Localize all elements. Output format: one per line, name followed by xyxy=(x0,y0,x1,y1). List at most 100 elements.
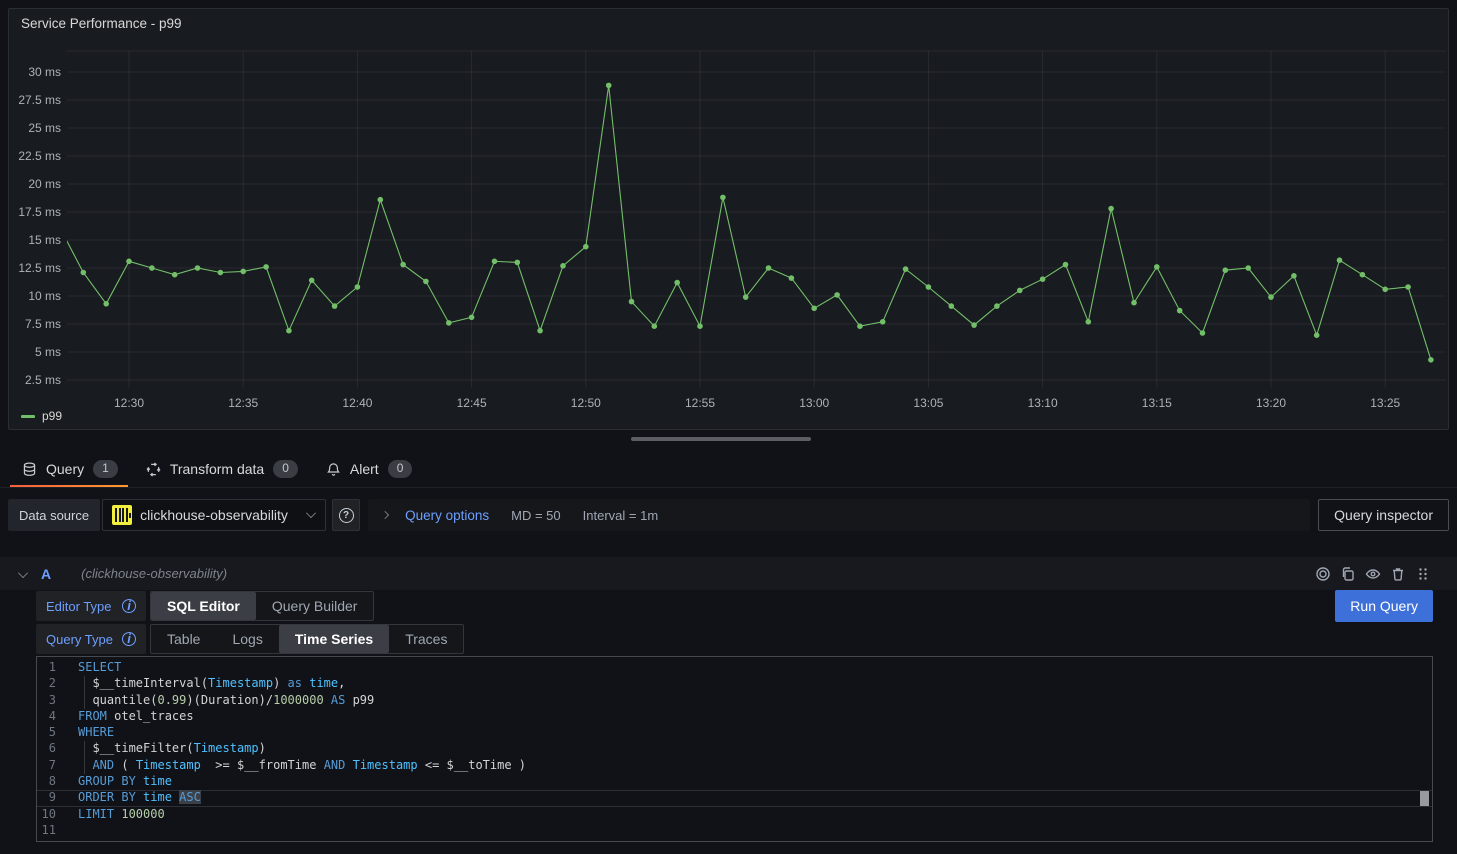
series-point xyxy=(1177,308,1183,314)
query-inspector-button[interactable]: Query inspector xyxy=(1318,499,1449,531)
sql-editor[interactable]: 1SELECT2 $__timeInterval(Timestamp) as t… xyxy=(36,656,1433,842)
sql-token xyxy=(78,758,92,772)
series-point xyxy=(355,284,361,290)
datasource-help-button[interactable]: ? xyxy=(332,499,360,531)
series-line xyxy=(61,85,1431,359)
sql-token: FROM xyxy=(78,709,107,723)
code-line[interactable]: 1SELECT xyxy=(37,660,1432,676)
grafana-page: { "panel": { "title": "Service Performan… xyxy=(0,0,1457,854)
code-line[interactable]: 11 xyxy=(37,823,1432,839)
tab-query[interactable]: Query 1 xyxy=(8,451,132,487)
code-line[interactable]: 10LIMIT 100000 xyxy=(37,807,1432,823)
clickhouse-logo-icon xyxy=(112,505,132,525)
series-point xyxy=(1086,319,1092,325)
query-options-link[interactable]: Query options xyxy=(405,508,489,523)
query-row-header[interactable]: A (clickhouse-observability) xyxy=(0,557,1457,590)
sql-token: AS xyxy=(331,693,345,707)
code-line[interactable]: 2 $__timeInterval(Timestamp) as time, xyxy=(37,676,1432,692)
legend-item-p99[interactable]: p99 xyxy=(21,409,62,423)
sql-token: ( xyxy=(114,758,136,772)
query-type-time-series[interactable]: Time Series xyxy=(279,625,389,653)
active-tab-underline xyxy=(10,485,128,487)
datasource-picker[interactable]: clickhouse-observability xyxy=(102,499,326,531)
indent-guide xyxy=(84,693,85,709)
sql-token: ) xyxy=(259,741,266,755)
collapse-chevron-icon[interactable] xyxy=(18,568,28,578)
sql-token: $__timeFilter( xyxy=(78,741,194,755)
editor-type-sql-editor[interactable]: SQL Editor xyxy=(151,592,256,620)
code-line[interactable]: 7 AND ( Timestamp >= $__fromTime AND Tim… xyxy=(37,758,1432,774)
editor-type-label: Editor Type i xyxy=(36,591,146,621)
sql-token: <= $__toTime ) xyxy=(418,758,526,772)
series-point xyxy=(834,292,840,298)
legend-swatch xyxy=(21,415,35,418)
series-point xyxy=(446,320,452,326)
timeseries-chart: 2.5 ms5 ms7.5 ms10 ms12.5 ms15 ms17.5 ms… xyxy=(9,9,1448,429)
series-point xyxy=(1131,300,1137,306)
tab-transform-badge: 0 xyxy=(273,460,298,477)
series-point xyxy=(81,270,87,276)
series-point xyxy=(263,264,269,270)
code-line[interactable]: 8GROUP BY time xyxy=(37,774,1432,790)
code-line[interactable]: 4FROM otel_traces xyxy=(37,709,1432,725)
sql-token: Timestamp xyxy=(136,758,201,772)
y-tick-label: 17.5 ms xyxy=(18,205,61,219)
code-line[interactable]: 6 $__timeFilter(Timestamp) xyxy=(37,741,1432,757)
bell-icon xyxy=(326,462,341,477)
disable-query-icon[interactable] xyxy=(1315,566,1331,582)
query-type-logs[interactable]: Logs xyxy=(216,625,278,653)
hide-response-eye-icon[interactable] xyxy=(1365,566,1381,582)
database-icon xyxy=(22,462,37,477)
code-line[interactable]: 5WHERE xyxy=(37,725,1432,741)
sql-token: time xyxy=(143,774,172,788)
duplicate-query-icon[interactable] xyxy=(1340,566,1356,582)
series-point xyxy=(880,319,886,325)
tab-transform-data[interactable]: Transform data 0 xyxy=(132,451,312,487)
x-tick-label: 12:45 xyxy=(457,396,487,410)
series-point xyxy=(172,272,178,278)
tab-alert-badge: 0 xyxy=(388,460,413,477)
sql-token: 1000000 xyxy=(273,693,324,707)
series-point xyxy=(195,265,201,271)
sql-token: , xyxy=(338,676,345,690)
series-point xyxy=(743,294,749,300)
sql-token: LIMIT xyxy=(78,807,114,821)
line-number: 5 xyxy=(37,725,56,741)
sql-token: 100000 xyxy=(121,807,164,821)
sql-token: p99 xyxy=(345,693,374,707)
y-tick-label: 20 ms xyxy=(28,177,61,191)
line-number: 6 xyxy=(37,741,56,757)
sql-token: AND xyxy=(324,758,346,772)
chevron-right-icon[interactable] xyxy=(381,511,389,519)
editor-type-query-builder[interactable]: Query Builder xyxy=(256,592,374,620)
delete-query-trash-icon[interactable] xyxy=(1390,566,1406,582)
x-tick-label: 12:30 xyxy=(114,396,144,410)
query-type-table[interactable]: Table xyxy=(151,625,216,653)
code-line[interactable]: 9ORDER BY time ASC xyxy=(37,790,1432,806)
y-tick-label: 10 ms xyxy=(28,289,61,303)
sql-token: ) xyxy=(273,676,287,690)
info-icon[interactable]: i xyxy=(122,632,136,646)
sql-token: $__timeInterval( xyxy=(78,676,208,690)
tab-query-label: Query xyxy=(46,461,84,477)
code-line[interactable]: 3 quantile(0.99)(Duration)/1000000 AS p9… xyxy=(37,693,1432,709)
series-point xyxy=(629,299,635,305)
series-point xyxy=(1200,330,1206,336)
indent-guide xyxy=(84,676,85,692)
query-type-label-text: Query Type xyxy=(46,632,113,647)
sql-token: ORDER BY xyxy=(78,790,136,804)
series-point xyxy=(583,244,589,250)
series-point xyxy=(1108,206,1114,212)
series-point xyxy=(537,328,543,334)
info-icon[interactable]: i xyxy=(122,599,136,613)
series-point xyxy=(1428,357,1434,363)
query-type-traces[interactable]: Traces xyxy=(389,625,463,653)
drag-handle-icon[interactable] xyxy=(1415,566,1431,582)
tab-alert[interactable]: Alert 0 xyxy=(312,451,426,487)
pane-resize-handle[interactable] xyxy=(631,437,811,441)
sql-token: ASC xyxy=(179,790,201,804)
x-tick-label: 13:25 xyxy=(1370,396,1400,410)
panel-title[interactable]: Service Performance - p99 xyxy=(21,16,182,31)
run-query-button[interactable]: Run Query xyxy=(1335,590,1433,622)
tab-alert-label: Alert xyxy=(350,461,379,477)
